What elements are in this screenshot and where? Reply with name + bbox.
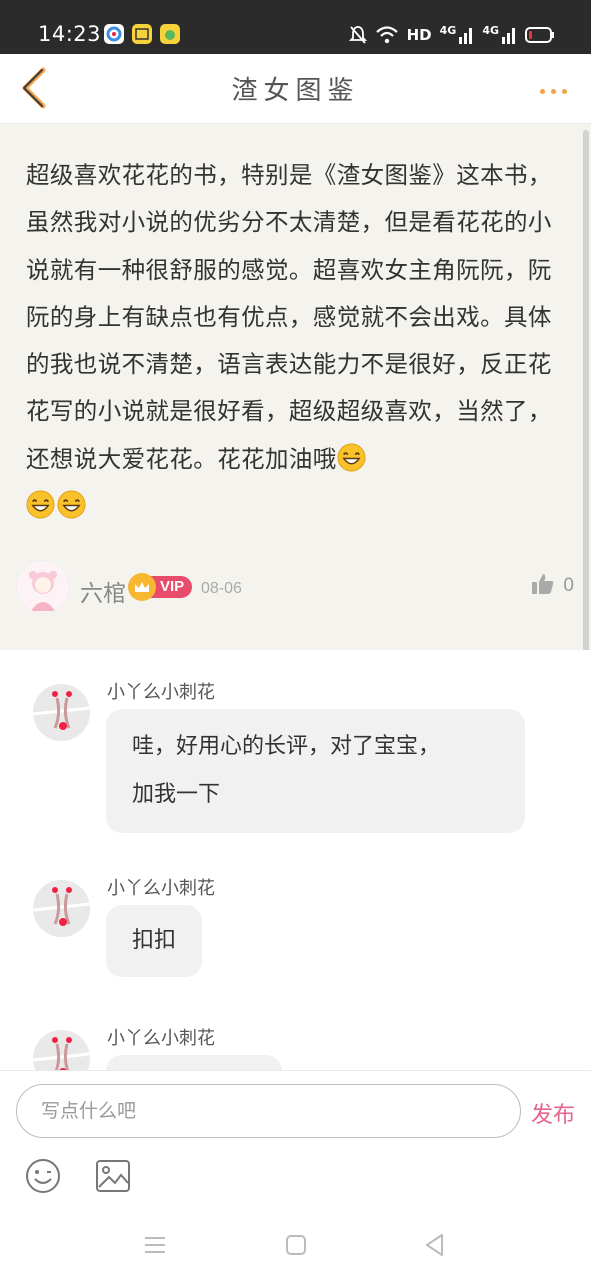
menu-icon[interactable] <box>142 1232 168 1258</box>
network-4g-label: 4G <box>439 23 457 37</box>
system-nav-bar <box>0 1210 591 1280</box>
like-count: 0 <box>563 575 574 596</box>
comment-bubble: 哇，好用心的长评，对了宝宝， 加我一下 <box>106 709 525 833</box>
avatar[interactable] <box>33 684 90 741</box>
comment-line: 哇，好用心的长评，对了宝宝， <box>132 734 441 759</box>
avatar[interactable] <box>33 1030 90 1070</box>
more-dots-icon <box>539 88 545 94</box>
comment-bubble: 扣扣 <box>106 905 203 977</box>
review-body: 超级喜欢花花的书，特别是《渣女图鉴》这本书，虽然我对小说的优劣分不太清楚，但是看… <box>26 161 552 473</box>
comment-input[interactable] <box>16 1084 521 1138</box>
more-dots-icon <box>561 88 567 94</box>
comment-user[interactable]: 小丫么小刺花 <box>107 874 215 900</box>
mute-icon <box>348 25 367 45</box>
grin-emoji-icon <box>26 490 55 519</box>
thumbs-up-icon <box>531 572 555 600</box>
page-title: 渣女图鉴 <box>231 76 360 106</box>
signal-icon <box>501 25 517 45</box>
network-4g-label: 4G <box>482 23 499 37</box>
more-dots-icon <box>550 88 556 94</box>
app-notification-icon <box>160 24 180 44</box>
comment-line: 扣扣 <box>132 928 177 953</box>
avatar[interactable] <box>16 560 70 614</box>
app-notification-icon <box>104 24 124 44</box>
status-time: 14:23 <box>38 22 102 46</box>
comment-user[interactable]: 小丫么小刺花 <box>107 678 215 704</box>
avatar[interactable] <box>33 880 90 937</box>
status-indicators: HD 4G 4G <box>348 22 555 48</box>
like-button[interactable]: 0 <box>531 572 574 600</box>
header: 渣女图鉴 <box>0 54 591 124</box>
battery-icon <box>525 26 555 44</box>
vip-badge: VIP <box>128 573 193 601</box>
author-row: 六棺 VIP 08-06 0 <box>16 560 576 616</box>
review-text: 超级喜欢花花的书，特别是《渣女图鉴》这本书，虽然我对小说的优劣分不太清楚，但是看… <box>26 152 561 530</box>
crown-icon <box>128 573 156 601</box>
author-name[interactable]: 六棺 <box>80 574 126 608</box>
network-hd-label: HD <box>406 26 432 44</box>
emoji-picker-icon[interactable] <box>24 1157 62 1195</box>
comment-bubble <box>106 1055 282 1070</box>
signal-icon <box>458 25 474 45</box>
comment-user[interactable]: 小丫么小刺花 <box>107 1024 215 1050</box>
publish-button[interactable]: 发布 <box>531 1097 575 1129</box>
app-notification-icon <box>132 24 152 44</box>
back-nav-icon[interactable] <box>422 1232 448 1258</box>
status-bar: 14:23 HD 4G 4G <box>0 0 591 54</box>
wifi-icon <box>375 25 399 45</box>
review-date: 08-06 <box>201 580 242 597</box>
review-card: 超级喜欢花花的书，特别是《渣女图鉴》这本书，虽然我对小说的优劣分不太清楚，但是看… <box>0 124 591 650</box>
grin-emoji-icon <box>337 443 366 472</box>
image-picker-icon[interactable] <box>95 1159 131 1193</box>
home-icon[interactable] <box>283 1232 309 1258</box>
grin-emoji-icon <box>57 490 86 519</box>
more-button[interactable] <box>533 76 573 106</box>
comment-line: 加我一下 <box>132 782 221 807</box>
comment-list: 小丫么小刺花 哇，好用心的长评，对了宝宝， 加我一下 小丫么小刺花 扣扣 小丫么… <box>0 650 591 1070</box>
